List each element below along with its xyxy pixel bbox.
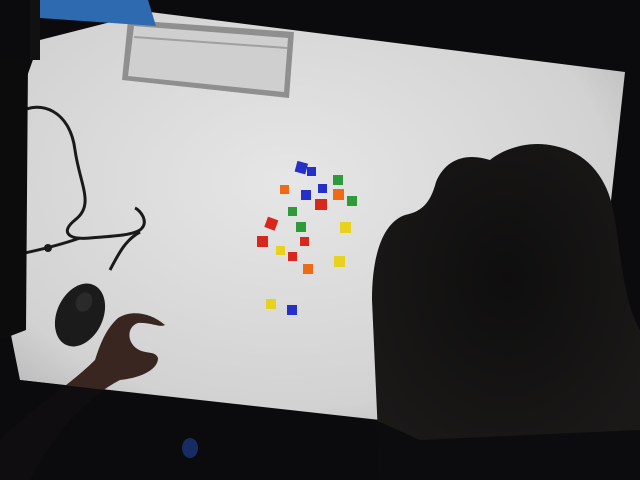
block: [266, 299, 276, 309]
block: [340, 222, 351, 233]
block: [333, 175, 343, 185]
block: [334, 256, 345, 267]
block: [301, 190, 311, 200]
block: [257, 236, 268, 247]
block: [287, 305, 297, 315]
block: [307, 167, 316, 176]
block: [288, 207, 297, 216]
block: [300, 237, 309, 246]
photo-scene: [0, 0, 640, 480]
scene-illustration: [0, 0, 640, 480]
block: [315, 199, 327, 210]
block: [347, 196, 357, 206]
block: [296, 222, 306, 232]
block: [318, 184, 327, 193]
block: [288, 252, 297, 261]
block: [276, 246, 285, 255]
block: [280, 185, 289, 194]
block: [303, 264, 313, 274]
block: [333, 189, 344, 200]
